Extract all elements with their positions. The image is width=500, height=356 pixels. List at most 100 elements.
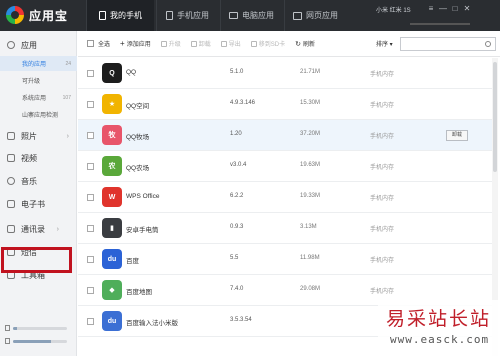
row-checkbox[interactable] (87, 132, 94, 139)
menu-icon[interactable]: ≡ (425, 4, 437, 14)
app-version: 0.9.3 (230, 224, 244, 230)
watermark-title: 易采站长站 (386, 308, 492, 330)
row-checkbox[interactable] (87, 163, 94, 170)
monitor-icon (229, 12, 238, 19)
uninstall-button[interactable]: 卸载 (190, 39, 211, 48)
contacts-icon (7, 225, 15, 233)
select-all-checkbox[interactable]: 全选 (78, 39, 110, 48)
video-icon (7, 154, 15, 162)
app-icon: ▮ (102, 218, 122, 238)
app-version: 1.20 (230, 131, 242, 137)
move-sd-label: 移到SD卡 (258, 42, 286, 48)
sidebar-sub-fake-app-check[interactable]: 山寨应用检测 (0, 107, 77, 122)
search-icon[interactable] (485, 41, 491, 47)
app-row[interactable]: du 百度 5.5 11.98M 手机内存 (78, 244, 492, 275)
sidebar-item-label: 电子书 (21, 199, 45, 209)
sort-dropdown[interactable]: 排序 ▾ (376, 39, 393, 48)
app-row[interactable]: 牧 QQ牧场 1.20 37.20M 手机内存 卸载 (78, 120, 492, 151)
sidebar-item-music[interactable]: 音乐 (0, 170, 77, 192)
window-controls: ≡ — □ ✕ (425, 4, 473, 14)
sidebar-sub-label: 系统应用 (22, 96, 47, 102)
row-uninstall-button[interactable]: 卸载 (446, 130, 468, 141)
add-app-button[interactable]: + 添加应用 (120, 39, 151, 48)
scrollbar-thumb[interactable] (493, 62, 497, 172)
app-icon: du (102, 249, 122, 269)
sd-card-icon (5, 338, 10, 344)
app-version: 3.5.3.54 (230, 317, 252, 323)
app-location: 手机内存 (370, 165, 395, 171)
export-button[interactable]: 导出 (220, 39, 241, 48)
refresh-icon: ↻ (295, 40, 301, 48)
trash-icon (190, 40, 197, 47)
row-checkbox[interactable] (87, 287, 94, 294)
app-logo-icon (6, 6, 24, 24)
sidebar-item-photos[interactable]: 照片 › (0, 125, 77, 147)
main-tabs: 我的手机 手机应用 电脑应用 网页应用 (86, 0, 348, 31)
count-badge: 24 (65, 60, 71, 67)
add-app-label: 添加应用 (126, 42, 151, 48)
chevron-right-icon: › (66, 132, 69, 140)
tab-phone-apps[interactable]: 手机应用 (156, 0, 218, 31)
app-size: 15.30M (300, 100, 321, 106)
app-name: 安卓手电筒 (126, 227, 159, 234)
app-location: 手机内存 (370, 289, 395, 295)
gear-icon (7, 41, 15, 49)
sidebar-item-label: 音乐 (21, 176, 37, 186)
phone-icon (5, 325, 10, 331)
checkbox-icon[interactable] (87, 40, 94, 47)
move-to-sd-button[interactable]: 移到SD卡 (250, 39, 286, 48)
upgrade-button[interactable]: 升级 (160, 39, 181, 48)
app-location: 手机内存 (370, 134, 395, 140)
sidebar-sub-label: 可升级 (22, 79, 41, 85)
minimize-icon[interactable]: — (437, 4, 449, 14)
app-row[interactable]: W WPS Office 6.2.2 19.33M 手机内存 (78, 182, 492, 213)
close-icon[interactable]: ✕ (461, 4, 473, 14)
storage-fill (13, 326, 18, 330)
tab-pc-apps[interactable]: 电脑应用 (220, 0, 282, 31)
app-name: WPS Office (126, 193, 160, 200)
sidebar-item-video[interactable]: 视频 (0, 147, 77, 169)
plus-icon: + (120, 39, 125, 48)
row-checkbox[interactable] (87, 256, 94, 263)
sidebar-item-apps[interactable]: 应用 (0, 34, 77, 56)
app-row[interactable]: ▮ 安卓手电筒 0.9.3 3.13M 手机内存 (78, 213, 492, 244)
app-row[interactable]: ★ QQ空间 4.9.3.146 15.30M 手机内存 (78, 89, 492, 120)
maximize-icon[interactable]: □ (449, 4, 461, 14)
app-icon: Q (102, 63, 122, 83)
sd-card-icon (250, 40, 257, 47)
music-icon (7, 177, 15, 185)
row-checkbox[interactable] (87, 101, 94, 108)
top-bar: 应用宝 我的手机 手机应用 电脑应用 网页应用 小米 红米 1S ≡ — □ ✕ (0, 0, 500, 31)
tab-label: 电脑应用 (242, 11, 274, 20)
sidebar-item-label: 应用 (21, 40, 37, 50)
sidebar-sub-my-apps[interactable]: 我的应用 24 (0, 56, 77, 71)
device-name[interactable]: 小米 红米 1S (376, 5, 411, 14)
tab-my-phone[interactable]: 我的手机 (86, 0, 154, 31)
row-checkbox[interactable] (87, 70, 94, 77)
refresh-button[interactable]: ↻ 刷新 (295, 39, 315, 49)
sidebar-item-ebooks[interactable]: 电子书 (0, 193, 77, 215)
book-icon (7, 200, 15, 208)
sidebar-item-contacts[interactable]: 通讯录 › (0, 218, 77, 240)
app-location: 手机内存 (370, 227, 395, 233)
app-row[interactable]: 农 QQ农场 v3.0.4 19.63M 手机内存 (78, 151, 492, 182)
sidebar-sub-system-apps[interactable]: 系统应用 107 (0, 90, 77, 105)
app-location: 手机内存 (370, 72, 395, 78)
row-checkbox[interactable] (87, 194, 94, 201)
row-checkbox[interactable] (87, 225, 94, 232)
sidebar-sub-upgradable[interactable]: 可升级 (0, 73, 77, 88)
sidebar: 应用 我的应用 24 可升级 系统应用 107 山寨应用检测 照片 › 视频 音… (0, 31, 77, 356)
app-size: 11.98M (300, 255, 320, 261)
upgrade-icon (160, 40, 167, 47)
app-version: 5.5 (230, 255, 239, 261)
browser-icon (293, 11, 302, 20)
highlight-annotation (1, 247, 72, 273)
row-checkbox[interactable] (87, 318, 94, 325)
app-row[interactable]: Q QQ 5.1.0 21.71M 手机内存 (78, 58, 492, 89)
tab-web-apps[interactable]: 网页应用 (284, 0, 346, 31)
app-size: 37.20M (300, 131, 321, 137)
app-icon: ◆ (102, 280, 122, 300)
storage-bar (13, 339, 67, 343)
sd-storage-meter (5, 338, 67, 344)
search-input[interactable] (400, 37, 496, 51)
